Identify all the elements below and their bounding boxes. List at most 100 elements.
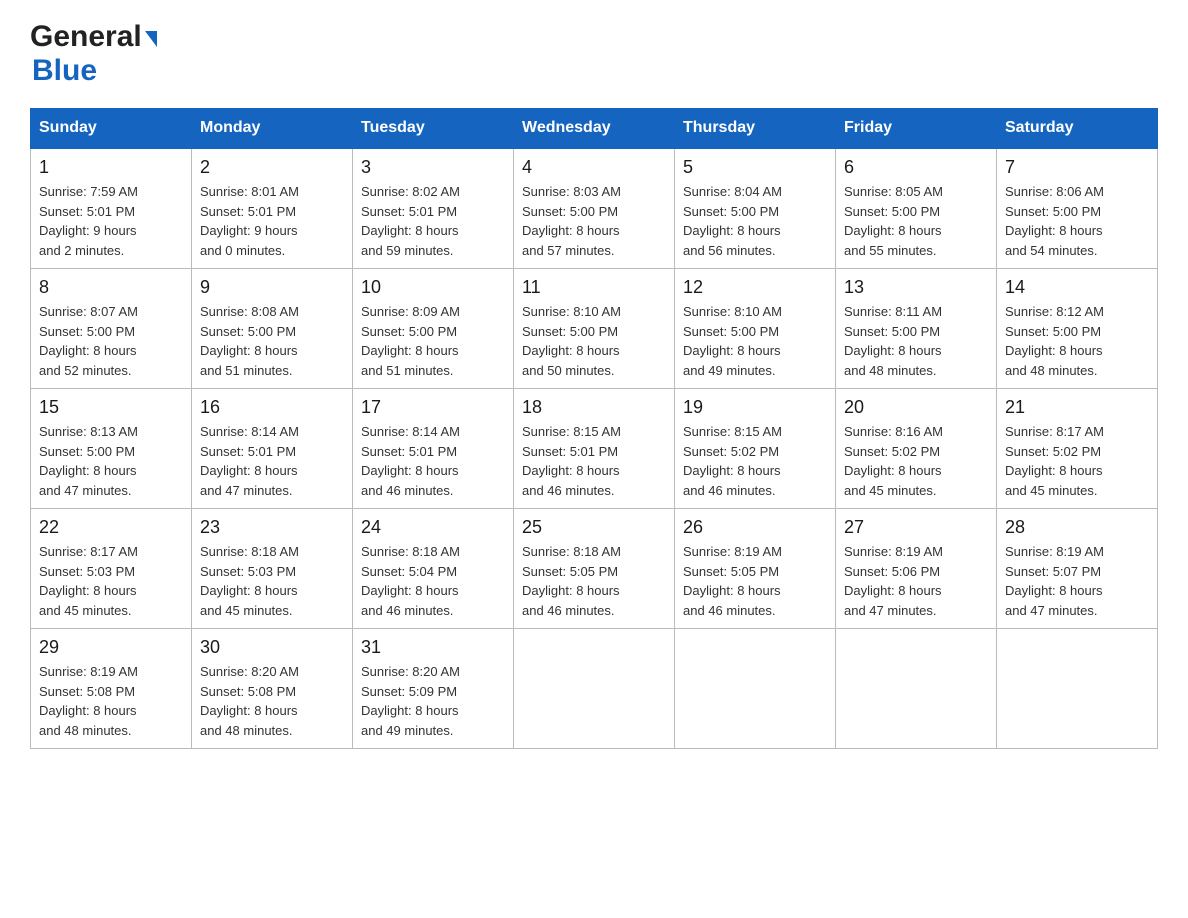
week-row-1: 1 Sunrise: 7:59 AM Sunset: 5:01 PM Dayli… [31, 148, 1158, 269]
logo-general: General [30, 20, 142, 54]
column-header-friday: Friday [836, 109, 997, 149]
day-number: 14 [1005, 277, 1149, 298]
day-cell: 9 Sunrise: 8:08 AM Sunset: 5:00 PM Dayli… [192, 269, 353, 389]
day-cell: 31 Sunrise: 8:20 AM Sunset: 5:09 PM Dayl… [353, 629, 514, 749]
day-number: 19 [683, 397, 827, 418]
day-cell: 6 Sunrise: 8:05 AM Sunset: 5:00 PM Dayli… [836, 148, 997, 269]
day-info: Sunrise: 8:14 AM Sunset: 5:01 PM Dayligh… [200, 422, 344, 500]
day-cell: 8 Sunrise: 8:07 AM Sunset: 5:00 PM Dayli… [31, 269, 192, 389]
day-info: Sunrise: 8:11 AM Sunset: 5:00 PM Dayligh… [844, 302, 988, 380]
day-cell: 20 Sunrise: 8:16 AM Sunset: 5:02 PM Dayl… [836, 389, 997, 509]
day-cell: 4 Sunrise: 8:03 AM Sunset: 5:00 PM Dayli… [514, 148, 675, 269]
day-cell: 5 Sunrise: 8:04 AM Sunset: 5:00 PM Dayli… [675, 148, 836, 269]
day-info: Sunrise: 8:08 AM Sunset: 5:00 PM Dayligh… [200, 302, 344, 380]
day-cell: 23 Sunrise: 8:18 AM Sunset: 5:03 PM Dayl… [192, 509, 353, 629]
day-number: 5 [683, 157, 827, 178]
day-number: 11 [522, 277, 666, 298]
day-info: Sunrise: 8:10 AM Sunset: 5:00 PM Dayligh… [683, 302, 827, 380]
day-number: 12 [683, 277, 827, 298]
calendar-header-row: SundayMondayTuesdayWednesdayThursdayFrid… [31, 109, 1158, 149]
day-number: 6 [844, 157, 988, 178]
day-info: Sunrise: 8:20 AM Sunset: 5:09 PM Dayligh… [361, 662, 505, 740]
day-cell: 26 Sunrise: 8:19 AM Sunset: 5:05 PM Dayl… [675, 509, 836, 629]
day-info: Sunrise: 8:06 AM Sunset: 5:00 PM Dayligh… [1005, 182, 1149, 260]
day-cell: 15 Sunrise: 8:13 AM Sunset: 5:00 PM Dayl… [31, 389, 192, 509]
day-number: 21 [1005, 397, 1149, 418]
day-number: 1 [39, 157, 183, 178]
logo-blue: Blue [32, 54, 97, 87]
day-info: Sunrise: 8:01 AM Sunset: 5:01 PM Dayligh… [200, 182, 344, 260]
day-number: 25 [522, 517, 666, 538]
week-row-2: 8 Sunrise: 8:07 AM Sunset: 5:00 PM Dayli… [31, 269, 1158, 389]
day-info: Sunrise: 8:18 AM Sunset: 5:04 PM Dayligh… [361, 542, 505, 620]
week-row-4: 22 Sunrise: 8:17 AM Sunset: 5:03 PM Dayl… [31, 509, 1158, 629]
day-number: 3 [361, 157, 505, 178]
day-number: 30 [200, 637, 344, 658]
day-number: 9 [200, 277, 344, 298]
day-number: 31 [361, 637, 505, 658]
day-cell: 19 Sunrise: 8:15 AM Sunset: 5:02 PM Dayl… [675, 389, 836, 509]
day-info: Sunrise: 8:17 AM Sunset: 5:02 PM Dayligh… [1005, 422, 1149, 500]
column-header-thursday: Thursday [675, 109, 836, 149]
day-info: Sunrise: 8:12 AM Sunset: 5:00 PM Dayligh… [1005, 302, 1149, 380]
day-number: 13 [844, 277, 988, 298]
day-cell [997, 629, 1158, 749]
column-header-saturday: Saturday [997, 109, 1158, 149]
day-info: Sunrise: 8:15 AM Sunset: 5:02 PM Dayligh… [683, 422, 827, 500]
day-info: Sunrise: 8:13 AM Sunset: 5:00 PM Dayligh… [39, 422, 183, 500]
day-cell: 28 Sunrise: 8:19 AM Sunset: 5:07 PM Dayl… [997, 509, 1158, 629]
day-info: Sunrise: 8:10 AM Sunset: 5:00 PM Dayligh… [522, 302, 666, 380]
day-number: 15 [39, 397, 183, 418]
day-info: Sunrise: 8:16 AM Sunset: 5:02 PM Dayligh… [844, 422, 988, 500]
column-header-tuesday: Tuesday [353, 109, 514, 149]
day-cell: 25 Sunrise: 8:18 AM Sunset: 5:05 PM Dayl… [514, 509, 675, 629]
day-cell: 3 Sunrise: 8:02 AM Sunset: 5:01 PM Dayli… [353, 148, 514, 269]
day-number: 2 [200, 157, 344, 178]
day-number: 27 [844, 517, 988, 538]
day-cell: 17 Sunrise: 8:14 AM Sunset: 5:01 PM Dayl… [353, 389, 514, 509]
day-number: 20 [844, 397, 988, 418]
day-cell: 27 Sunrise: 8:19 AM Sunset: 5:06 PM Dayl… [836, 509, 997, 629]
logo-triangle-icon [145, 31, 157, 47]
day-cell: 21 Sunrise: 8:17 AM Sunset: 5:02 PM Dayl… [997, 389, 1158, 509]
day-cell: 24 Sunrise: 8:18 AM Sunset: 5:04 PM Dayl… [353, 509, 514, 629]
day-number: 16 [200, 397, 344, 418]
day-cell: 2 Sunrise: 8:01 AM Sunset: 5:01 PM Dayli… [192, 148, 353, 269]
day-info: Sunrise: 8:18 AM Sunset: 5:05 PM Dayligh… [522, 542, 666, 620]
week-row-5: 29 Sunrise: 8:19 AM Sunset: 5:08 PM Dayl… [31, 629, 1158, 749]
day-cell [836, 629, 997, 749]
column-header-wednesday: Wednesday [514, 109, 675, 149]
day-cell [675, 629, 836, 749]
day-cell: 10 Sunrise: 8:09 AM Sunset: 5:00 PM Dayl… [353, 269, 514, 389]
day-info: Sunrise: 8:15 AM Sunset: 5:01 PM Dayligh… [522, 422, 666, 500]
day-info: Sunrise: 8:14 AM Sunset: 5:01 PM Dayligh… [361, 422, 505, 500]
logo: General Blue [30, 20, 157, 88]
column-header-monday: Monday [192, 109, 353, 149]
day-number: 28 [1005, 517, 1149, 538]
day-number: 10 [361, 277, 505, 298]
day-info: Sunrise: 8:09 AM Sunset: 5:00 PM Dayligh… [361, 302, 505, 380]
day-number: 22 [39, 517, 183, 538]
day-cell: 18 Sunrise: 8:15 AM Sunset: 5:01 PM Dayl… [514, 389, 675, 509]
column-header-sunday: Sunday [31, 109, 192, 149]
day-number: 8 [39, 277, 183, 298]
day-number: 24 [361, 517, 505, 538]
day-cell: 13 Sunrise: 8:11 AM Sunset: 5:00 PM Dayl… [836, 269, 997, 389]
day-cell: 1 Sunrise: 7:59 AM Sunset: 5:01 PM Dayli… [31, 148, 192, 269]
day-cell: 22 Sunrise: 8:17 AM Sunset: 5:03 PM Dayl… [31, 509, 192, 629]
day-info: Sunrise: 8:19 AM Sunset: 5:07 PM Dayligh… [1005, 542, 1149, 620]
day-cell: 16 Sunrise: 8:14 AM Sunset: 5:01 PM Dayl… [192, 389, 353, 509]
day-info: Sunrise: 8:19 AM Sunset: 5:05 PM Dayligh… [683, 542, 827, 620]
day-info: Sunrise: 8:19 AM Sunset: 5:08 PM Dayligh… [39, 662, 183, 740]
day-number: 7 [1005, 157, 1149, 178]
page-header: General Blue [30, 20, 1158, 88]
day-cell [514, 629, 675, 749]
day-info: Sunrise: 8:02 AM Sunset: 5:01 PM Dayligh… [361, 182, 505, 260]
day-number: 26 [683, 517, 827, 538]
day-number: 18 [522, 397, 666, 418]
day-info: Sunrise: 8:07 AM Sunset: 5:00 PM Dayligh… [39, 302, 183, 380]
day-info: Sunrise: 8:05 AM Sunset: 5:00 PM Dayligh… [844, 182, 988, 260]
day-number: 29 [39, 637, 183, 658]
day-cell: 14 Sunrise: 8:12 AM Sunset: 5:00 PM Dayl… [997, 269, 1158, 389]
calendar-table: SundayMondayTuesdayWednesdayThursdayFrid… [30, 108, 1158, 749]
